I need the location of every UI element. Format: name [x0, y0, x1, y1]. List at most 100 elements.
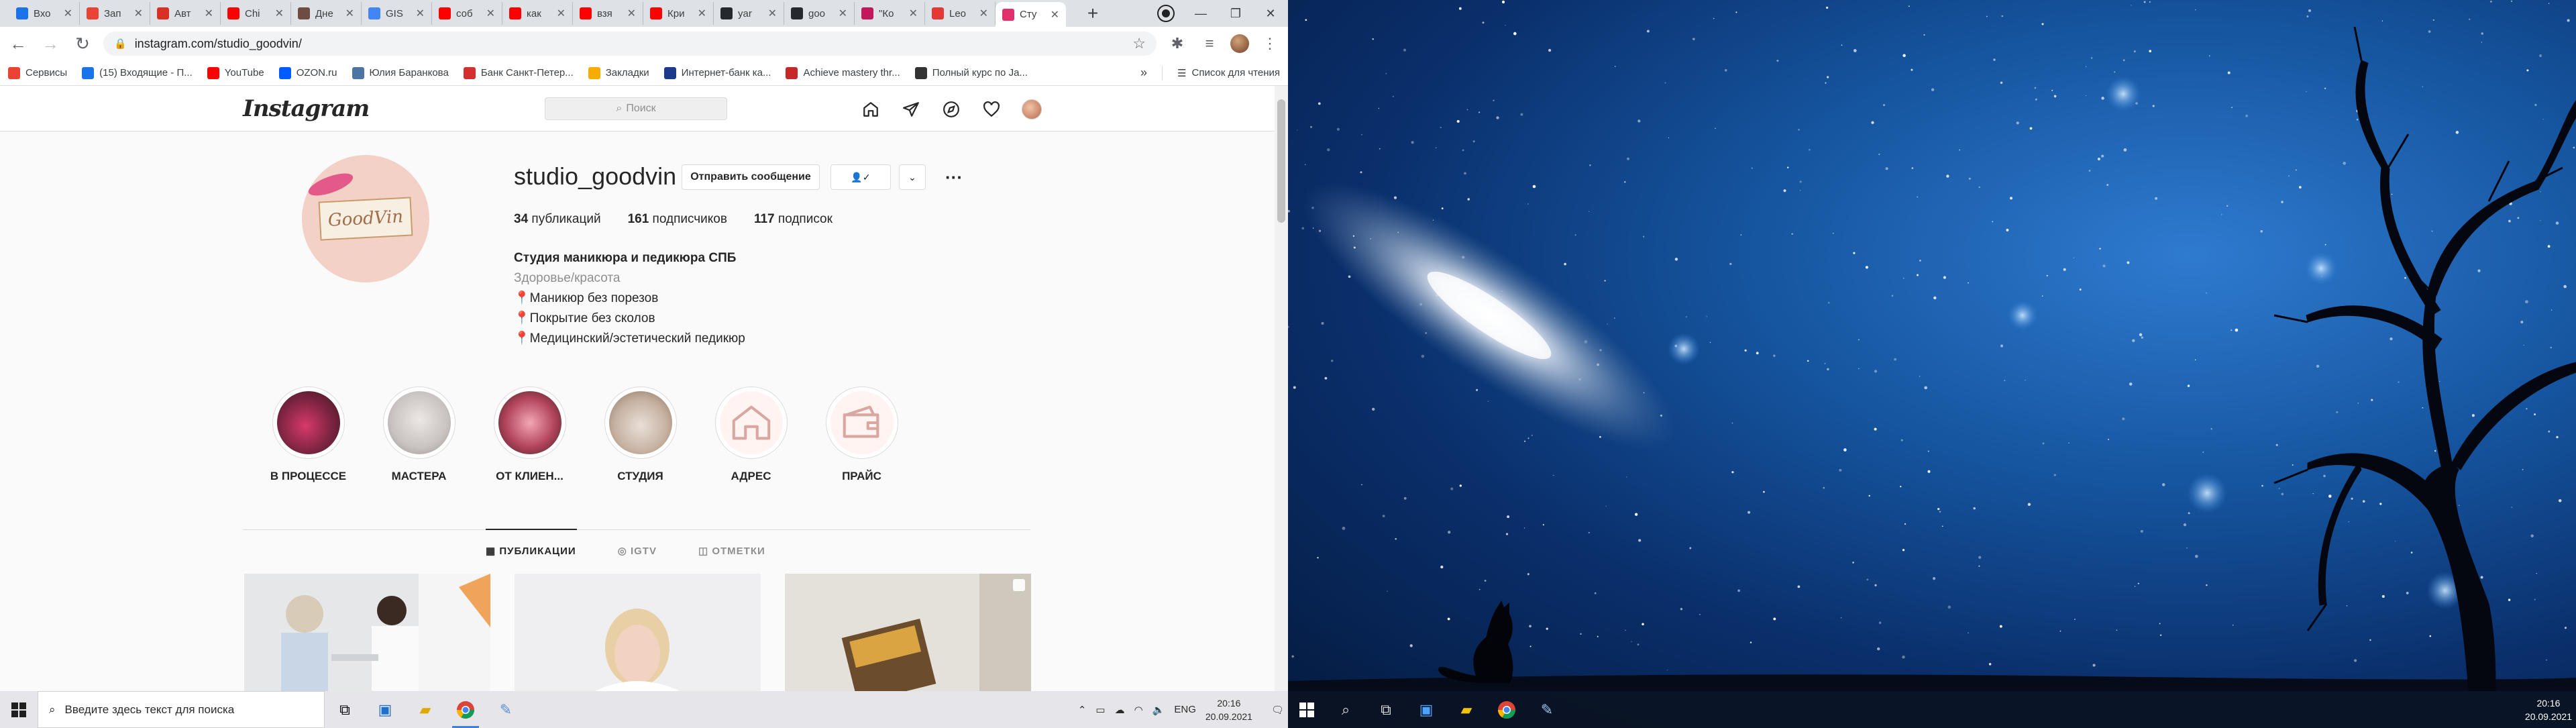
close-tab-icon[interactable]: ✕: [909, 7, 918, 20]
chrome-icon[interactable]: [445, 691, 486, 728]
windows-start-icon[interactable]: [0, 691, 38, 728]
browser-tab[interactable]: "Ко ✕: [855, 2, 925, 25]
browser-tab[interactable]: Дне ✕: [291, 2, 362, 25]
close-tab-icon[interactable]: ✕: [839, 7, 847, 20]
chrome-icon[interactable]: [1487, 691, 1527, 728]
tab-tagged[interactable]: ◫ ОТМЕТКИ: [698, 545, 765, 557]
profile-icon[interactable]: [1020, 97, 1044, 121]
windows-start-icon[interactable]: [1288, 691, 1326, 728]
browser-tab[interactable]: yar ✕: [714, 2, 784, 25]
close-tab-icon[interactable]: ✕: [275, 7, 284, 20]
cloud-icon[interactable]: ☁: [1115, 704, 1125, 716]
media-icon[interactable]: ≡: [1198, 35, 1221, 52]
post-thumbnail[interactable]: [785, 574, 1031, 691]
minimize-button[interactable]: —: [1183, 0, 1218, 27]
browser-tab[interactable]: Chi ✕: [221, 2, 291, 25]
story-highlight[interactable]: В ПРОЦЕССЕ: [268, 386, 348, 483]
close-tab-icon[interactable]: ✕: [486, 7, 495, 20]
bookmark-item[interactable]: (15) Входящие - П...: [82, 66, 193, 79]
browser-tab[interactable]: Leo ✕: [925, 2, 996, 25]
browser-tab[interactable]: Авт ✕: [150, 2, 221, 25]
forward-icon[interactable]: →: [39, 34, 62, 54]
instagram-logo[interactable]: Instagram: [243, 95, 370, 122]
paint-icon[interactable]: ✎: [1527, 691, 1567, 728]
home-icon[interactable]: [859, 97, 883, 121]
bookmark-item[interactable]: YouTube: [207, 66, 264, 79]
bookmark-item[interactable]: Achieve mastery thr...: [786, 66, 900, 79]
explore-icon[interactable]: [939, 97, 963, 121]
clock[interactable]: 20:16 20.09.2021: [2525, 696, 2572, 723]
browser-tab[interactable]: Кри ✕: [643, 2, 714, 25]
suggestions-chevron-icon[interactable]: ⌄: [899, 164, 926, 190]
back-icon[interactable]: ←: [7, 34, 30, 54]
following-button[interactable]: 👤✓: [830, 164, 891, 190]
paint-icon[interactable]: ✎: [486, 691, 526, 728]
reading-list-button[interactable]: ☰ Список для чтения: [1177, 67, 1280, 79]
clock[interactable]: 20:16 20.09.2021: [1205, 696, 1252, 723]
close-tab-icon[interactable]: ✕: [768, 7, 777, 20]
story-highlight[interactable]: ОТ КЛИЕН...: [490, 386, 570, 483]
send-message-button[interactable]: Отправить сообщение: [682, 164, 820, 190]
story-highlight[interactable]: СТУДИЯ: [600, 386, 680, 483]
bookmark-item[interactable]: Банк Санкт-Петер...: [463, 66, 574, 79]
direct-icon[interactable]: [899, 97, 923, 121]
close-tab-icon[interactable]: ✕: [134, 7, 143, 20]
browser-tab[interactable]: goo ✕: [784, 2, 855, 25]
close-tab-icon[interactable]: ✕: [64, 7, 72, 20]
wifi-icon[interactable]: ◠: [1134, 704, 1143, 716]
bookmarks-more-button[interactable]: »: [1140, 66, 1147, 80]
scrollbar-thumb[interactable]: [1277, 99, 1285, 223]
close-tab-icon[interactable]: ✕: [979, 7, 988, 20]
recording-icon[interactable]: [1148, 0, 1183, 27]
profile-avatar[interactable]: [1230, 34, 1249, 53]
language-indicator[interactable]: ENG: [1174, 704, 1196, 715]
search-input[interactable]: ⌕ Поиск: [545, 97, 727, 120]
story-highlight[interactable]: АДРЕС: [711, 386, 791, 483]
story-highlight[interactable]: МАСТЕРА: [379, 386, 459, 483]
taskbar-search-input[interactable]: ⌕ Введите здесь текст для поиска: [38, 691, 325, 728]
browser-tab[interactable]: GIS ✕: [362, 2, 432, 25]
bookmark-item[interactable]: Юлия Баранкова: [352, 66, 449, 79]
browser-tab[interactable]: Вхо ✕: [9, 2, 80, 25]
bookmark-item[interactable]: Сервисы: [8, 66, 67, 79]
tab-posts[interactable]: ▦ ПУБЛИКАЦИИ: [486, 545, 576, 557]
profile-avatar-large[interactable]: GoodVin: [302, 155, 429, 282]
reload-icon[interactable]: ↻: [71, 34, 94, 54]
outlook-icon[interactable]: ▣: [1406, 691, 1446, 728]
heart-icon[interactable]: [979, 97, 1004, 121]
browser-tab[interactable]: Зап ✕: [80, 2, 150, 25]
bookmark-item[interactable]: OZON.ru: [278, 66, 337, 79]
close-tab-icon[interactable]: ✕: [205, 7, 213, 20]
vertical-scrollbar[interactable]: [1275, 86, 1288, 691]
browser-tab[interactable]: как ✕: [502, 2, 573, 25]
browser-tab[interactable]: соб ✕: [432, 2, 502, 25]
bookmark-item[interactable]: Полный курс по Ja...: [914, 66, 1028, 79]
close-tab-icon[interactable]: ✕: [416, 7, 425, 20]
file-explorer-icon[interactable]: ▰: [1446, 691, 1487, 728]
bookmark-star-icon[interactable]: ☆: [1132, 35, 1146, 52]
tab-igtv[interactable]: ◎ IGTV: [618, 545, 657, 557]
search-icon[interactable]: ⌕: [1326, 691, 1366, 728]
bookmark-item[interactable]: Закладки: [588, 66, 649, 79]
restore-button[interactable]: ❐: [1218, 0, 1253, 27]
post-thumbnail[interactable]: [515, 574, 761, 691]
new-tab-button[interactable]: +: [1079, 2, 1106, 25]
task-view-icon[interactable]: ⧉: [1366, 691, 1406, 728]
close-window-button[interactable]: ✕: [1253, 0, 1288, 27]
more-options-icon[interactable]: ···: [941, 164, 967, 190]
chevron-up-icon[interactable]: ⌃: [1078, 704, 1087, 716]
network-icon[interactable]: ▭: [1095, 704, 1105, 716]
address-bar[interactable]: 🔒 instagram.com/studio_goodvin/ ☆: [103, 32, 1157, 56]
close-tab-icon[interactable]: ✕: [627, 7, 636, 20]
volume-icon[interactable]: 🔈: [1152, 704, 1165, 716]
notifications-icon[interactable]: 🗨: [1271, 704, 1284, 716]
menu-icon[interactable]: ⋮: [1258, 35, 1281, 52]
story-highlight[interactable]: ПРАЙС: [822, 386, 902, 483]
file-explorer-icon[interactable]: ▰: [405, 691, 445, 728]
outlook-icon[interactable]: ▣: [365, 691, 405, 728]
close-tab-icon[interactable]: ✕: [698, 7, 706, 20]
lock-icon[interactable]: 🔒: [114, 38, 127, 50]
close-tab-icon[interactable]: ✕: [1051, 8, 1059, 21]
browser-tab[interactable]: взя ✕: [573, 2, 643, 25]
bookmark-item[interactable]: Интернет-банк ка...: [663, 66, 771, 79]
